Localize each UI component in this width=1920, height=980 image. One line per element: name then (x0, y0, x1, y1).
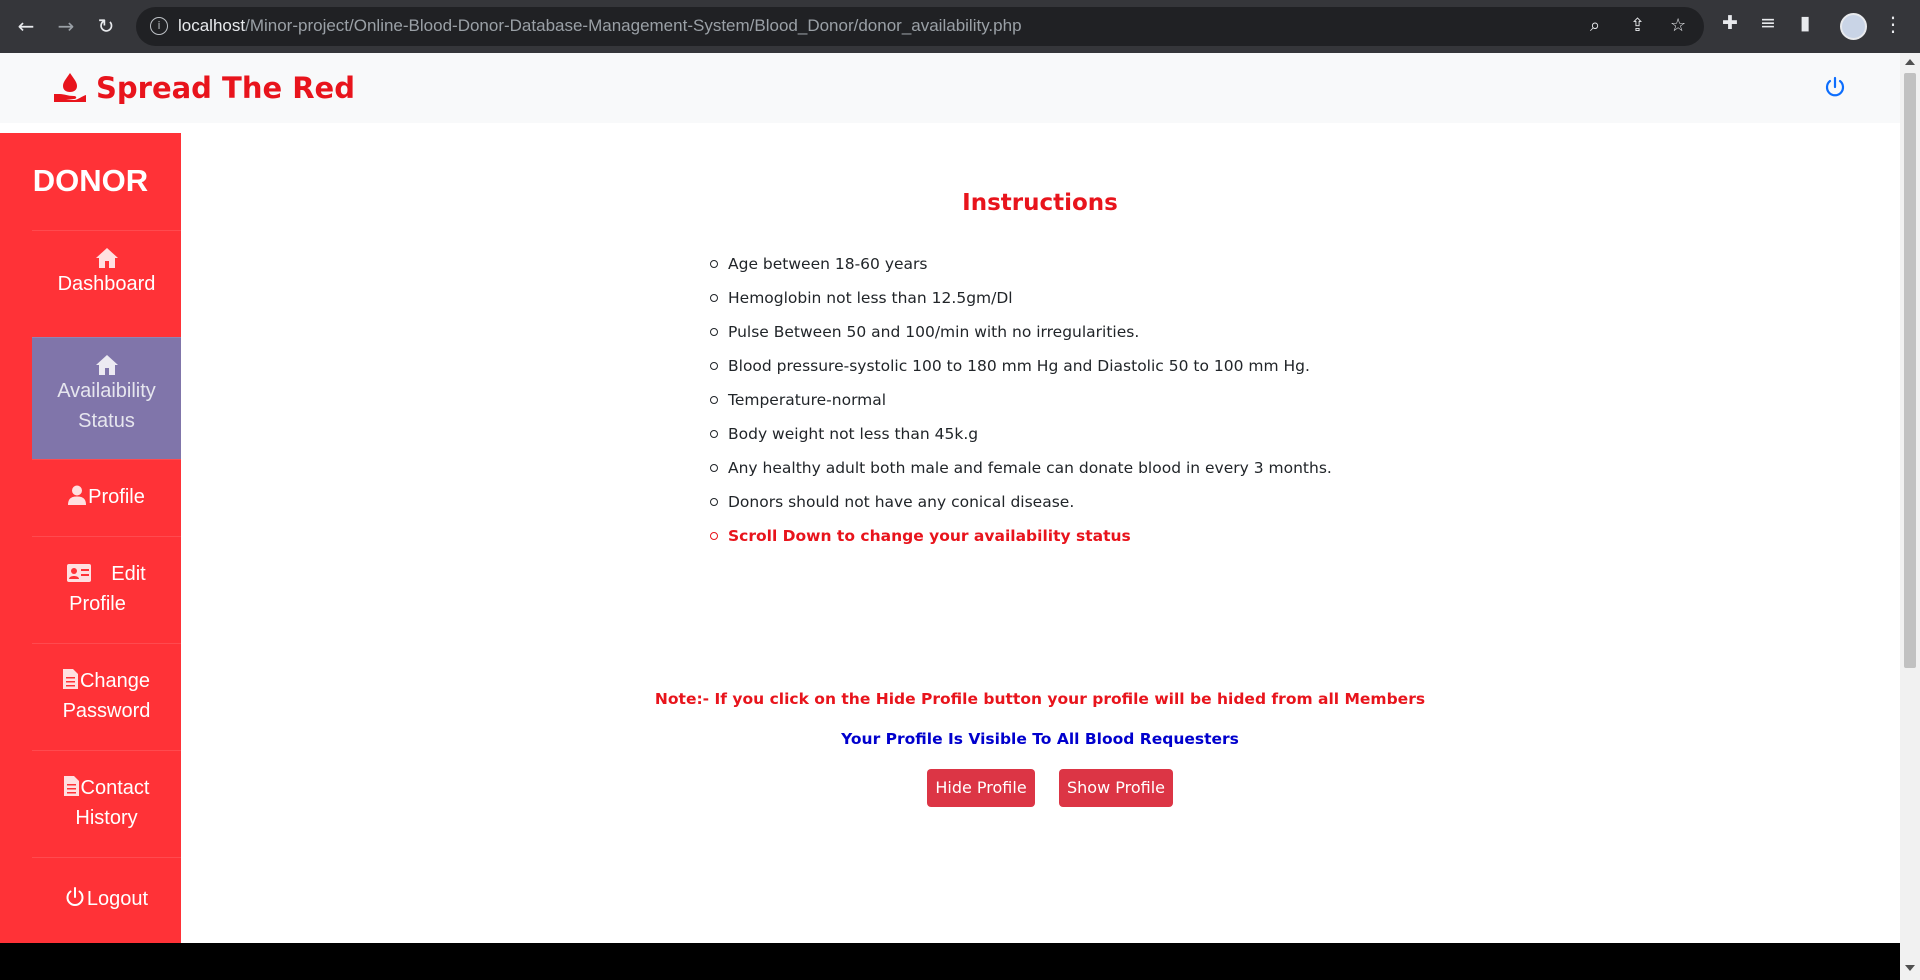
media-icon[interactable]: ≡ (1760, 12, 1776, 34)
url-text[interactable]: localhost/Minor-project/Online-Blood-Don… (178, 16, 1022, 36)
power-icon (66, 887, 84, 906)
sidebar-item-label: Dashboard (57, 273, 156, 295)
browser-toolbar: ← → ↻ i localhost/Minor-project/Online-B… (0, 0, 1920, 53)
scroll-down-arrow-icon[interactable] (1905, 965, 1915, 971)
list-item: Body weight not less than 45k.g (710, 422, 1332, 456)
address-bar[interactable]: i localhost/Minor-project/Online-Blood-D… (136, 7, 1704, 46)
blood-hand-logo-icon (54, 73, 86, 102)
user-icon (68, 485, 87, 505)
home-icon (95, 355, 118, 375)
list-item: Temperature-normal (710, 388, 1332, 422)
list-item: Any healthy adult both male and female c… (710, 456, 1332, 490)
page-title: Instructions (962, 190, 1118, 216)
brand-name: Spread The Red (96, 71, 355, 105)
profile-avatar[interactable] (1840, 13, 1867, 40)
id-card-icon (67, 564, 92, 582)
document-icon (62, 669, 78, 689)
brand[interactable]: Spread The Red (52, 71, 355, 105)
extensions-icon[interactable]: ✚ (1722, 12, 1738, 34)
top-navbar: Spread The Red (0, 53, 1900, 123)
sidebar-item-label: Availaibility Status (57, 380, 156, 432)
side-panel-icon[interactable]: ▮ (1800, 12, 1810, 34)
home-icon (95, 248, 118, 268)
list-item: Blood pressure-systolic 100 to 180 mm Hg… (710, 354, 1332, 388)
sidebar-item-label: Profile (88, 486, 145, 508)
share-icon[interactable]: ⇪ (1630, 15, 1645, 36)
forward-icon[interactable]: → (54, 14, 78, 38)
list-item: Age between 18-60 years (710, 252, 1332, 286)
sidebar: DONOR Dashboard Availaibility Status Pro… (0, 133, 181, 943)
list-item: Hemoglobin not less than 12.5gm/Dl (710, 286, 1332, 320)
sidebar-item-change-password[interactable]: Change Password (32, 643, 181, 750)
list-item: Donors should not have any conical disea… (710, 490, 1332, 524)
sidebar-item-contact-history[interactable]: Contact History (32, 750, 181, 857)
reload-icon[interactable]: ↻ (94, 14, 118, 38)
zoom-icon[interactable]: ⌕ (1590, 15, 1600, 36)
hide-profile-note: Note:- If you click on the Hide Profile … (654, 690, 1426, 708)
sidebar-item-logout[interactable]: Logout (32, 857, 181, 943)
sidebar-item-edit-profile[interactable]: Edit Profile (32, 536, 181, 643)
hide-profile-button[interactable]: Hide Profile (927, 769, 1035, 807)
page-scrollbar[interactable] (1900, 53, 1920, 980)
logout-power-icon[interactable] (1824, 76, 1846, 98)
sidebar-item-label: Logout (86, 888, 149, 910)
bookmark-star-icon[interactable]: ☆ (1670, 15, 1686, 36)
site-info-icon[interactable]: i (150, 17, 168, 35)
sidebar-item-profile[interactable]: Profile (32, 459, 181, 536)
scroll-hint-item: Scroll Down to change your availability … (710, 524, 1332, 558)
scroll-up-arrow-icon[interactable] (1905, 59, 1915, 65)
instructions-list: Age between 18-60 years Hemoglobin not l… (710, 252, 1332, 558)
sidebar-item-dashboard[interactable]: Dashboard (32, 230, 181, 337)
sidebar-item-availability-status[interactable]: Availaibility Status (32, 337, 181, 459)
show-profile-button[interactable]: Show Profile (1059, 769, 1173, 807)
list-item: Pulse Between 50 and 100/min with no irr… (710, 320, 1332, 354)
footer-bar (0, 943, 1900, 980)
browser-menu-icon[interactable]: ⋮ (1883, 12, 1903, 36)
back-icon[interactable]: ← (14, 14, 38, 38)
document-icon (63, 776, 79, 796)
sidebar-title: DONOR (32, 163, 149, 198)
sidebar-item-label: Contact History (75, 777, 150, 829)
profile-visibility-status: Your Profile Is Visible To All Blood Req… (841, 730, 1239, 748)
scroll-thumb[interactable] (1904, 73, 1916, 668)
